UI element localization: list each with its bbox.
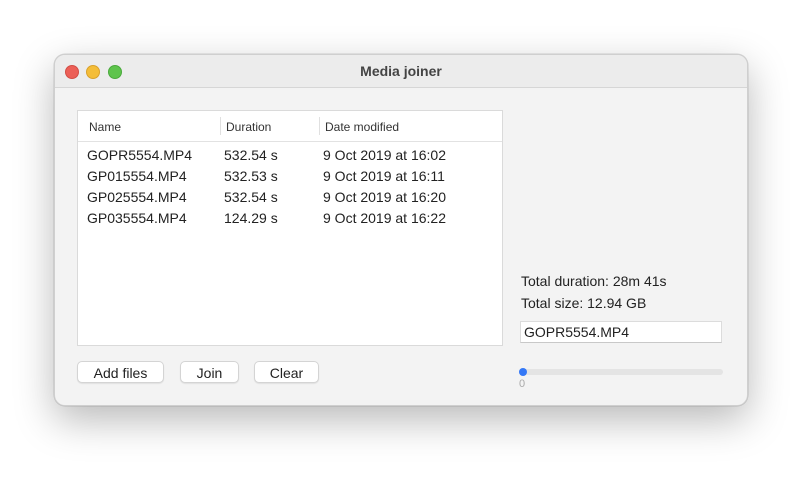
table-row[interactable]: GP015554.MP4 532.53 s 9 Oct 2019 at 16:1… xyxy=(78,168,502,189)
cell-duration: 124.29 s xyxy=(224,210,278,226)
join-button[interactable]: Join xyxy=(180,361,239,383)
progress-bar xyxy=(519,368,723,376)
cell-duration: 532.54 s xyxy=(224,189,278,205)
add-files-button[interactable]: Add files xyxy=(77,361,164,383)
column-divider[interactable] xyxy=(319,117,320,135)
cell-name: GP015554.MP4 xyxy=(87,168,187,184)
progress-indicator xyxy=(519,368,527,376)
cell-date: 9 Oct 2019 at 16:22 xyxy=(323,210,446,226)
output-filename-field[interactable] xyxy=(520,321,722,343)
table-row[interactable]: GOPR5554.MP4 532.54 s 9 Oct 2019 at 16:0… xyxy=(78,147,502,168)
window-title: Media joiner xyxy=(360,63,442,79)
title-bar: Media joiner xyxy=(55,55,747,88)
total-duration-label: Total duration: 28m 41s xyxy=(521,273,667,289)
column-divider[interactable] xyxy=(220,117,221,135)
file-table[interactable]: Name Duration Date modified GOPR5554.MP4… xyxy=(77,110,503,346)
progress-value-label: 0 xyxy=(519,378,526,390)
column-header-date-modified[interactable]: Date modified xyxy=(325,120,399,134)
total-size-label: Total size: 12.94 GB xyxy=(521,295,647,311)
cell-name: GOPR5554.MP4 xyxy=(87,147,193,163)
clear-button[interactable]: Clear xyxy=(254,361,319,383)
table-header: Name Duration Date modified xyxy=(78,111,502,142)
table-row[interactable]: GP035554.MP4 124.29 s 9 Oct 2019 at 16:2… xyxy=(78,210,502,231)
cell-name: GP035554.MP4 xyxy=(87,210,187,226)
column-header-duration[interactable]: Duration xyxy=(226,120,271,134)
media-joiner-window: Media joiner Name Duration Date modified… xyxy=(54,54,748,406)
cell-date: 9 Oct 2019 at 16:02 xyxy=(323,147,446,163)
table-row[interactable]: GP025554.MP4 532.54 s 9 Oct 2019 at 16:2… xyxy=(78,189,502,210)
cell-date: 9 Oct 2019 at 16:20 xyxy=(323,189,446,205)
cell-name: GP025554.MP4 xyxy=(87,189,187,205)
column-header-name[interactable]: Name xyxy=(89,120,121,134)
cell-duration: 532.54 s xyxy=(224,147,278,163)
cell-date: 9 Oct 2019 at 16:11 xyxy=(323,168,445,184)
cell-duration: 532.53 s xyxy=(224,168,278,184)
